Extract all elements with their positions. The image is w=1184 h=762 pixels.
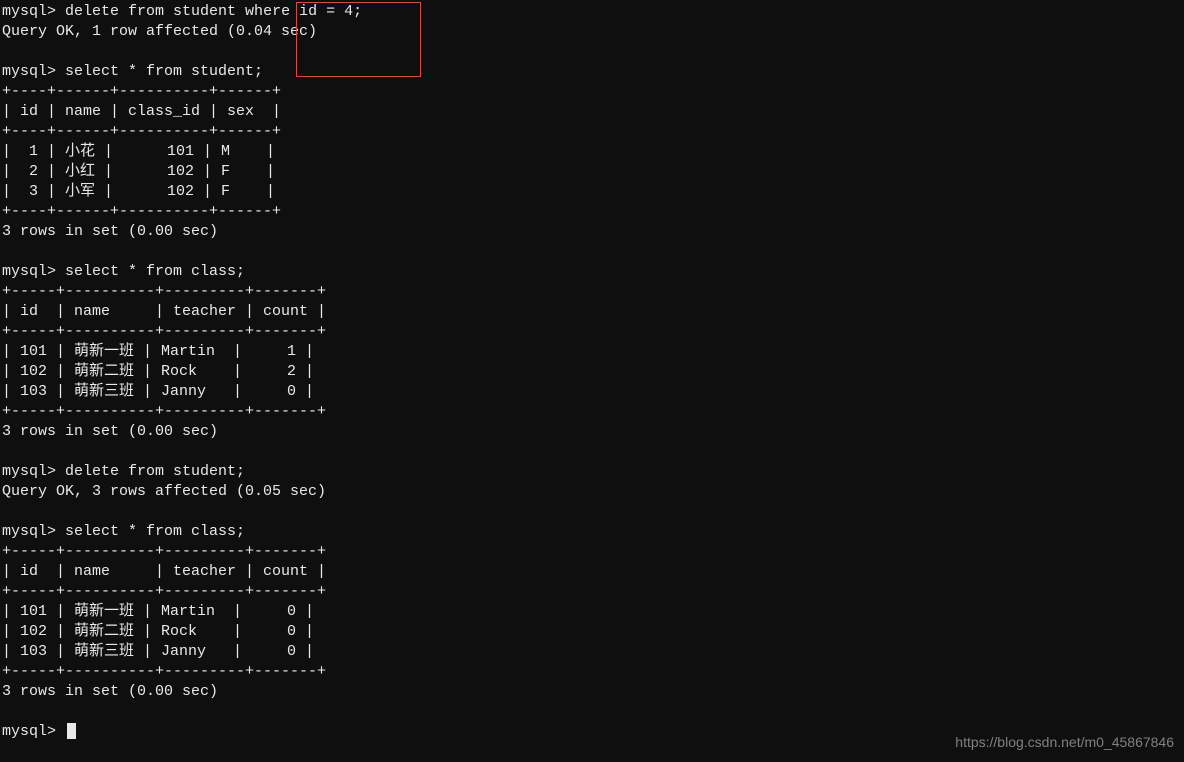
table-border: +-----+----------+---------+-------+: [2, 283, 326, 300]
table-row: | 101 | 萌新一班 | Martin | 1 |: [2, 343, 314, 360]
table-border: +-----+----------+---------+-------+: [2, 323, 326, 340]
sql-command: delete from student;: [65, 463, 245, 480]
sql-command: select * from class;: [65, 523, 245, 540]
prompt: mysql>: [2, 523, 56, 540]
terminal-output[interactable]: mysql> delete from student where id = 4;…: [0, 0, 1184, 742]
table-border: +----+------+----------+------+: [2, 123, 281, 140]
rows-summary: 3 rows in set (0.00 sec): [2, 423, 218, 440]
table-row: | 2 | 小红 | 102 | F |: [2, 163, 275, 180]
table-header: | id | name | teacher | count |: [2, 303, 326, 320]
table-header: | id | name | class_id | sex |: [2, 103, 281, 120]
prompt: mysql>: [2, 463, 56, 480]
table-border: +-----+----------+---------+-------+: [2, 543, 326, 560]
table-row: | 102 | 萌新二班 | Rock | 2 |: [2, 363, 314, 380]
table-border: +----+------+----------+------+: [2, 203, 281, 220]
table-row: | 102 | 萌新二班 | Rock | 0 |: [2, 623, 314, 640]
prompt: mysql>: [2, 263, 56, 280]
sql-command: select * from student;: [65, 63, 263, 80]
sql-command: delete from student where id = 4;: [65, 3, 362, 20]
table-row: | 103 | 萌新三班 | Janny | 0 |: [2, 383, 314, 400]
prompt: mysql>: [2, 3, 56, 20]
watermark-text: https://blog.csdn.net/m0_45867846: [955, 732, 1174, 752]
table-border: +-----+----------+---------+-------+: [2, 403, 326, 420]
table-row: | 103 | 萌新三班 | Janny | 0 |: [2, 643, 314, 660]
table-row: | 1 | 小花 | 101 | M |: [2, 143, 275, 160]
query-result: Query OK, 1 row affected (0.04 sec): [2, 23, 317, 40]
rows-summary: 3 rows in set (0.00 sec): [2, 683, 218, 700]
prompt: mysql>: [2, 63, 56, 80]
prompt: mysql>: [2, 723, 56, 740]
table-header: | id | name | teacher | count |: [2, 563, 326, 580]
table-border: +-----+----------+---------+-------+: [2, 663, 326, 680]
cursor-icon[interactable]: [67, 723, 76, 739]
table-row: | 101 | 萌新一班 | Martin | 0 |: [2, 603, 314, 620]
query-result: Query OK, 3 rows affected (0.05 sec): [2, 483, 326, 500]
table-border: +-----+----------+---------+-------+: [2, 583, 326, 600]
sql-command: select * from class;: [65, 263, 245, 280]
table-row: | 3 | 小军 | 102 | F |: [2, 183, 275, 200]
rows-summary: 3 rows in set (0.00 sec): [2, 223, 218, 240]
table-border: +----+------+----------+------+: [2, 83, 281, 100]
